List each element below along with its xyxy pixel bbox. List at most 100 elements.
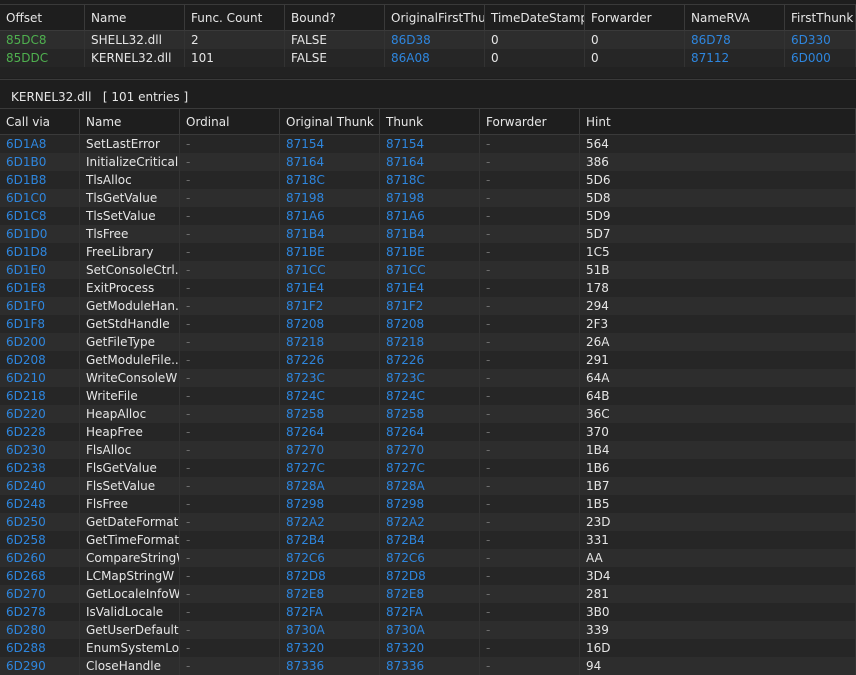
table-cell: GetFileType — [80, 333, 180, 351]
table-cell: TlsAlloc — [80, 171, 180, 189]
table-cell: 87164 — [380, 153, 480, 171]
functions-table-header: Call via Name Ordinal Original Thunk Thunk Fo… — [0, 109, 856, 135]
column-header-namerva[interactable]: NameRVA — [685, 5, 785, 31]
table-cell: - — [180, 585, 280, 603]
table-cell: 94 — [580, 657, 856, 675]
table-cell: 871A6 — [380, 207, 480, 225]
table-cell: 6D278 — [0, 603, 80, 621]
table-cell: 87320 — [280, 639, 380, 657]
column-header-call-via[interactable]: Call via — [0, 109, 80, 135]
table-cell: - — [480, 585, 580, 603]
table-cell: 386 — [580, 153, 856, 171]
column-header-name[interactable]: Name — [80, 109, 180, 135]
column-header-offset[interactable]: Offset — [0, 5, 85, 31]
table-row[interactable]: 6D1F8 GetStdHandle -87208 87208-2F3 — [0, 315, 856, 333]
table-row[interactable]: 6D1C0 TlsGetValue -87198 87198-5D8 — [0, 189, 856, 207]
table-cell: 6D288 — [0, 639, 80, 657]
table-row[interactable]: 6D230 FlsAlloc -87270 87270-1B4 — [0, 441, 856, 459]
table-cell: 6D1B8 — [0, 171, 80, 189]
table-row[interactable]: 6D260 CompareStringW -872C6 872C6- AA — [0, 549, 856, 567]
table-cell: - — [180, 279, 280, 297]
table-cell: - — [480, 657, 580, 675]
table-cell: - — [480, 171, 580, 189]
table-cell: 872D8 — [380, 567, 480, 585]
table-cell: 64A — [580, 369, 856, 387]
table-cell: 8718C — [380, 171, 480, 189]
table-cell: 0 — [585, 49, 685, 67]
table-row[interactable]: 6D270 GetLocaleInfoW -872E8 872E8-281 — [0, 585, 856, 603]
table-row[interactable]: 6D208 GetModuleFile... -87226 87226-291 — [0, 351, 856, 369]
table-cell: 6D1E0 — [0, 261, 80, 279]
section-label: KERNEL32.dll [ 101 entries ] — [0, 88, 856, 106]
table-cell: FALSE — [285, 31, 385, 49]
table-row[interactable]: 6D290 CloseHandle -87336 87336-94 — [0, 657, 856, 675]
column-header-timedatestamp[interactable]: TimeDateStamp — [485, 5, 585, 31]
table-cell: - — [180, 315, 280, 333]
table-row[interactable]: 6D240 FlsSetValue -8728A 8728A -1B7 — [0, 477, 856, 495]
table-row[interactable]: 6D1E8 ExitProcess -871E4 871E4-178 — [0, 279, 856, 297]
table-cell: 0 — [485, 49, 585, 67]
column-header-forwarder[interactable]: Forwarder — [585, 5, 685, 31]
table-row[interactable]: 6D1B8 TlsAlloc -8718C 8718C -5D6 — [0, 171, 856, 189]
table-cell: 8723C — [280, 369, 380, 387]
imports-table-header: Offset Name Func. Count Bound? OriginalFirst… — [0, 5, 856, 31]
table-cell: 1B7 — [580, 477, 856, 495]
table-cell: - — [180, 369, 280, 387]
table-row[interactable]: 6D1C8 TlsSetValue -871A6 871A6-5D9 — [0, 207, 856, 225]
column-header-func-count[interactable]: Func. Count — [185, 5, 285, 31]
table-cell: - — [480, 333, 580, 351]
table-row[interactable]: 85DDC KERNEL32.dll 101 FALSE 86A08 0 0 87112 6D0… — [0, 49, 856, 67]
table-row[interactable]: 6D1A8 SetLastError -87154 87154-564 — [0, 135, 856, 153]
functions-table-body: 6D1A8 SetLastError -87154 87154-564 6D1B0 Ini… — [0, 135, 856, 675]
column-header-thunk[interactable]: Thunk — [380, 109, 480, 135]
table-cell: 871B4 — [280, 225, 380, 243]
table-cell: GetLocaleInfoW — [80, 585, 180, 603]
table-row[interactable]: 6D1D8 FreeLibrary -871BE 871BE -1C5 — [0, 243, 856, 261]
table-cell: 87320 — [380, 639, 480, 657]
table-cell: 564 — [580, 135, 856, 153]
table-cell: GetStdHandle — [80, 315, 180, 333]
table-row[interactable]: 6D1F0 GetModuleHan... -871F2 871F2-294 — [0, 297, 856, 315]
table-cell: 8728A — [380, 477, 480, 495]
table-row[interactable]: 6D1E0 SetConsoleCtrl... -871CC 871CC -51B — [0, 261, 856, 279]
table-row[interactable]: 6D278 IsValidLocale -872FA 872FA -3B0 — [0, 603, 856, 621]
table-cell: - — [480, 135, 580, 153]
table-row[interactable]: 6D248 FlsFree -87298 87298-1B5 — [0, 495, 856, 513]
table-row[interactable]: 85DC8 SHELL32.dll 2 FALSE 86D38 0 0 86D78 6D330 — [0, 31, 856, 49]
column-header-forwarder[interactable]: Forwarder — [480, 109, 580, 135]
table-cell: 871E4 — [280, 279, 380, 297]
table-cell: - — [180, 441, 280, 459]
table-row[interactable]: 6D268 LCMapStringW -872D8 872D8-3D4 — [0, 567, 856, 585]
table-cell: 871F2 — [380, 297, 480, 315]
column-header-ordinal[interactable]: Ordinal — [180, 109, 280, 135]
table-row[interactable]: 6D258GetTimeFormatW-872B4872B4-331 — [0, 531, 856, 549]
table-row[interactable]: 6D288 EnumSystemLo... -87320 87320-16D — [0, 639, 856, 657]
table-cell: EnumSystemLo... — [80, 639, 180, 657]
table-row[interactable]: 6D200 GetFileType -87218 87218-26A — [0, 333, 856, 351]
column-header-original-thunk[interactable]: Original Thunk — [280, 109, 380, 135]
table-cell: - — [180, 243, 280, 261]
table-cell: - — [180, 261, 280, 279]
table-row[interactable]: 6D210 WriteConsoleW -8723C 8723C -64A — [0, 369, 856, 387]
table-row[interactable]: 6D218 WriteFile -8724C 8724C -64B — [0, 387, 856, 405]
table-row[interactable]: 6D228 HeapFree -87264 87264-370 — [0, 423, 856, 441]
table-cell: FlsSetValue — [80, 477, 180, 495]
column-header-bound[interactable]: Bound? — [285, 5, 385, 31]
table-cell: CloseHandle — [80, 657, 180, 675]
column-header-originalfirstthun[interactable]: OriginalFirstThun — [385, 5, 485, 31]
table-cell: 6D1A8 — [0, 135, 80, 153]
column-header-hint[interactable]: Hint — [580, 109, 856, 135]
column-header-name[interactable]: Name — [85, 5, 185, 31]
column-header-firstthunk[interactable]: FirstThunk — [785, 5, 856, 31]
table-cell: 87336 — [380, 657, 480, 675]
table-row[interactable]: 6D1D0 TlsFree -871B4 871B4-5D7 — [0, 225, 856, 243]
table-cell: TlsGetValue — [80, 189, 180, 207]
table-row[interactable]: 6D280 GetUserDefault... -8730A 8730A -339 — [0, 621, 856, 639]
table-row[interactable]: 6D238 FlsGetValue -8727C 8727C -1B6 — [0, 459, 856, 477]
table-row[interactable]: 6D250 GetDateFormatW -872A2 872A2-23D — [0, 513, 856, 531]
table-cell: LCMapStringW — [80, 567, 180, 585]
table-row[interactable]: 6D1B0 InitializeCritical... -87164 87164-38… — [0, 153, 856, 171]
table-cell: 87336 — [280, 657, 380, 675]
table-cell: 23D — [580, 513, 856, 531]
table-row[interactable]: 6D220 HeapAlloc -87258 87258-36C — [0, 405, 856, 423]
